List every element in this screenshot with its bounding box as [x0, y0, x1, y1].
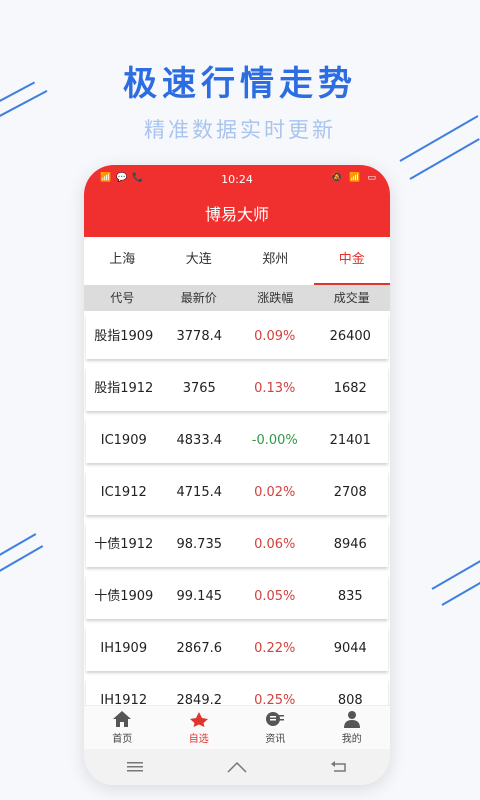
- cell-volume: 8946: [333, 537, 367, 552]
- cell-code: 股指1912: [94, 381, 154, 396]
- quote-list: 股指1909 3778.4 0.09% 26400 股指1912 3765 0.…: [84, 315, 390, 705]
- cell-volume: 808: [337, 693, 363, 705]
- cell-price: 4833.4: [176, 433, 223, 448]
- menu-button[interactable]: [84, 749, 186, 785]
- column-header-code[interactable]: 代号: [84, 285, 161, 311]
- tab-cffex[interactable]: 中金: [313, 237, 391, 285]
- cell-price: 98.735: [176, 537, 223, 552]
- decorative-line: [409, 138, 480, 180]
- column-header-change[interactable]: 涨跌幅: [237, 285, 314, 311]
- system-navigation-bar: [84, 749, 390, 785]
- cell-code: IC1912: [100, 485, 147, 500]
- back-icon: [331, 761, 346, 772]
- cell-change: 0.06%: [254, 537, 296, 552]
- table-row[interactable]: 十债1912 98.735 0.06% 8946: [86, 523, 388, 567]
- cell-volume: 21401: [329, 433, 371, 448]
- cell-price: 3765: [182, 381, 216, 396]
- cell-change: -0.00%: [251, 433, 298, 448]
- cell-price: 2867.6: [176, 641, 223, 656]
- table-row[interactable]: 十债1909 99.145 0.05% 835: [86, 575, 388, 619]
- nav-favorites[interactable]: 自选: [161, 706, 238, 749]
- nav-home[interactable]: 首页: [84, 706, 161, 749]
- home-outline-icon: [227, 761, 247, 773]
- user-icon: [343, 711, 360, 728]
- nav-favorites-label: 自选: [188, 734, 209, 745]
- nav-profile-label: 我的: [341, 734, 362, 745]
- cell-code: IH1912: [100, 693, 148, 705]
- table-row[interactable]: IC1912 4715.4 0.02% 2708: [86, 471, 388, 515]
- menu-icon: [127, 762, 143, 772]
- cell-change: 0.13%: [254, 381, 296, 396]
- cell-code: IH1909: [100, 641, 148, 656]
- promo-subline: 精准数据实时更新: [144, 118, 336, 142]
- cell-volume: 26400: [329, 329, 371, 344]
- promo-headline: 极速行情走势: [123, 64, 357, 104]
- home-icon: [113, 711, 132, 727]
- cell-volume: 1682: [333, 381, 367, 396]
- exchange-tabs: 上海 大连 郑州 中金: [84, 237, 390, 285]
- cell-volume: 835: [337, 589, 363, 604]
- nav-news[interactable]: 资讯: [237, 706, 314, 749]
- decorative-line: [441, 579, 480, 606]
- nav-home-label: 首页: [112, 734, 133, 745]
- news-icon: [266, 712, 285, 726]
- cell-volume: 2708: [333, 485, 367, 500]
- bottom-navigation: 首页 自选 资讯 我的: [84, 705, 390, 749]
- cell-change: 0.02%: [254, 485, 296, 500]
- favorites-icon: [189, 712, 208, 727]
- tab-zhengzhou[interactable]: 郑州: [237, 237, 314, 285]
- app-title: 博易大师: [84, 193, 390, 237]
- status-bar: 📶 💬 📞 10:24 🔕 📶 ▭: [84, 165, 390, 193]
- cell-code: 十债1912: [94, 537, 154, 552]
- nav-news-label: 资讯: [265, 734, 286, 745]
- decorative-line: [0, 533, 37, 558]
- phone-screen: 📶 💬 📞 10:24 🔕 📶 ▭ 博易大师 上海 大连 郑州 中金 代号 最新…: [84, 165, 390, 785]
- column-header-volume[interactable]: 成交量: [314, 285, 391, 311]
- cell-price: 99.145: [176, 589, 223, 604]
- cell-change: 0.05%: [254, 589, 296, 604]
- cell-change: 0.09%: [254, 329, 296, 344]
- cell-price: 3778.4: [176, 329, 223, 344]
- nav-profile[interactable]: 我的: [314, 706, 391, 749]
- tab-dalian[interactable]: 大连: [161, 237, 238, 285]
- tab-shanghai[interactable]: 上海: [84, 237, 161, 285]
- cell-volume: 9044: [333, 641, 367, 656]
- cell-price: 4715.4: [176, 485, 223, 500]
- table-header: 代号 最新价 涨跌幅 成交量: [84, 285, 390, 311]
- home-button[interactable]: [186, 749, 288, 785]
- cell-change: 0.22%: [254, 641, 296, 656]
- table-row[interactable]: 股指1909 3778.4 0.09% 26400: [86, 315, 388, 359]
- cell-price: 2849.2: [176, 693, 223, 705]
- cell-code: 股指1909: [94, 329, 154, 344]
- table-row[interactable]: 股指1912 3765 0.13% 1682: [86, 367, 388, 411]
- back-button[interactable]: [288, 749, 390, 785]
- table-row[interactable]: IH1909 2867.6 0.22% 9044: [86, 627, 388, 671]
- cell-change: 0.25%: [254, 693, 296, 705]
- cell-code: 十债1909: [94, 589, 154, 604]
- table-row[interactable]: IC1909 4833.4 -0.00% 21401: [86, 419, 388, 463]
- status-right-icons: 🔕 📶 ▭: [331, 173, 378, 183]
- cell-code: IC1909: [100, 433, 147, 448]
- column-header-price[interactable]: 最新价: [161, 285, 238, 311]
- table-row[interactable]: IH1912 2849.2 0.25% 808: [86, 679, 388, 705]
